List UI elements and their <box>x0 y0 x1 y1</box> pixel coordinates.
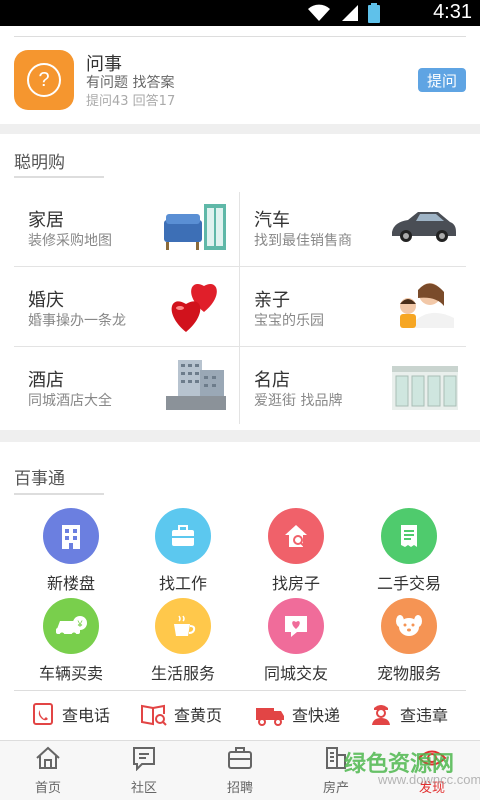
service-label: 找房子 <box>271 574 320 593</box>
cup-icon <box>155 598 211 654</box>
section-underline <box>14 493 104 495</box>
nav-label: 社区 <box>130 781 157 796</box>
service-pets[interactable]: 宠物服务 <box>359 598 459 684</box>
cell-title: 名店 <box>254 370 290 391</box>
cell-subtitle: 婚事操办一条龙 <box>28 313 126 329</box>
cell-subtitle: 爱逛街 找品牌 <box>254 393 343 409</box>
quick-express[interactable]: 查快递 <box>254 701 340 727</box>
nav-label: 首页 <box>34 781 61 796</box>
clock: 4:31 <box>433 1 472 23</box>
nav-community[interactable]: 社区 <box>96 745 192 796</box>
status-bar: 4:31 <box>0 0 480 26</box>
watermark: 绿色资源网 www.downcc.com <box>338 744 480 794</box>
ask-button[interactable]: 提问 <box>418 68 466 92</box>
quick-links: 查电话 查黄页 查快递 查违章 <box>14 690 466 736</box>
question-icon: ? <box>14 50 74 110</box>
cell-title: 家居 <box>28 210 64 231</box>
service-label: 同城交友 <box>263 664 328 683</box>
car-image <box>392 212 456 242</box>
section-title: 百事通 <box>14 469 65 489</box>
hotel-image <box>166 360 226 410</box>
service-label: 找工作 <box>158 574 207 593</box>
quick-yellow-pages[interactable]: 查黄页 <box>140 701 222 727</box>
service-find-job[interactable]: 找工作 <box>133 508 233 594</box>
divider <box>14 36 466 37</box>
yellow-pages-icon <box>141 704 167 726</box>
ask-subtitle: 有问题 找答案 <box>86 75 175 91</box>
shop-cell-hotel[interactable]: 酒店 同城酒店大全 <box>14 348 240 428</box>
shop-cell-wedding[interactable]: 婚庆 婚事操办一条龙 <box>14 268 240 348</box>
cell-title: 亲子 <box>254 290 290 311</box>
delivery-truck-icon <box>256 708 284 726</box>
sofa-image <box>164 204 226 250</box>
cell-subtitle: 同城酒店大全 <box>28 393 112 409</box>
cell-subtitle: 宝宝的乐园 <box>254 313 324 329</box>
shop-cell-store[interactable]: 名店 爱逛街 找品牌 <box>240 348 466 428</box>
chat-icon <box>133 747 155 772</box>
section-underline <box>14 176 104 178</box>
battery-icon <box>368 3 380 23</box>
home-icon <box>36 746 60 769</box>
nav-jobs[interactable]: 招聘 <box>192 745 288 796</box>
service-label: 宠物服务 <box>376 664 441 683</box>
house-search-icon <box>268 508 324 564</box>
phone-book-icon <box>33 703 53 725</box>
cell-subtitle: 找到最佳销售商 <box>254 233 352 249</box>
service-second-hand[interactable]: 二手交易 <box>359 508 459 594</box>
smart-shopping-section: 聪明购 家居 装修采购地图 汽车 找到最佳销售商 婚庆 婚事操办一条龙 亲子 宝… <box>0 134 480 430</box>
quick-label: 查违章 <box>400 706 449 725</box>
quick-label: 查快递 <box>292 706 341 725</box>
service-life[interactable]: 生活服务 <box>133 598 233 684</box>
service-label: 车辆买卖 <box>38 664 103 683</box>
shop-cell-family[interactable]: 亲子 宝宝的乐园 <box>240 268 466 348</box>
wifi-icon <box>308 4 330 21</box>
quick-violations[interactable]: 查违章 <box>368 701 448 727</box>
briefcase-icon <box>155 508 211 564</box>
car-yen-icon: ¥ <box>43 598 99 654</box>
cell-title: 婚庆 <box>28 290 64 311</box>
storefront-image <box>392 366 458 410</box>
service-dating[interactable]: 同城交友 <box>246 598 346 684</box>
section-title: 聪明购 <box>14 153 65 173</box>
ask-card[interactable]: ? 问事 有问题 找答案 提问43 回答17 提问 <box>0 26 480 124</box>
service-label: 新楼盘 <box>46 574 95 593</box>
service-label: 二手交易 <box>376 574 441 593</box>
heart-chat-icon <box>268 598 324 654</box>
services-section: 百事通 新楼盘 找工作 找房子 二手交易 ¥ 车辆买卖 生活服务 同城交友 宠物… <box>0 442 480 740</box>
quick-label: 查黄页 <box>174 706 223 725</box>
watermark-url: www.downcc.com <box>378 772 480 787</box>
service-car-trade[interactable]: ¥ 车辆买卖 <box>21 598 121 684</box>
ask-stats: 提问43 回答17 <box>86 94 176 109</box>
nav-label: 招聘 <box>226 781 253 796</box>
service-label: 生活服务 <box>150 664 215 683</box>
service-find-house[interactable]: 找房子 <box>246 508 346 594</box>
nav-home[interactable]: 首页 <box>0 745 96 796</box>
cell-subtitle: 装修采购地图 <box>28 233 112 249</box>
cell-title: 汽车 <box>254 210 290 231</box>
cell-title: 酒店 <box>28 370 64 391</box>
shop-cell-car[interactable]: 汽车 找到最佳销售商 <box>240 188 466 268</box>
building-icon <box>43 508 99 564</box>
hearts-image <box>171 284 217 332</box>
receipt-icon <box>381 508 437 564</box>
family-image <box>400 283 454 328</box>
service-new-homes[interactable]: 新楼盘 <box>21 508 121 594</box>
shop-cell-home[interactable]: 家居 装修采购地图 <box>14 188 240 268</box>
quick-label: 查电话 <box>62 706 111 725</box>
dog-icon <box>381 598 437 654</box>
signal-icon <box>342 5 358 21</box>
svg-text:¥: ¥ <box>76 619 83 629</box>
briefcase-icon <box>228 747 252 769</box>
traffic-officer-icon <box>372 705 390 725</box>
quick-phone[interactable]: 查电话 <box>30 701 110 727</box>
